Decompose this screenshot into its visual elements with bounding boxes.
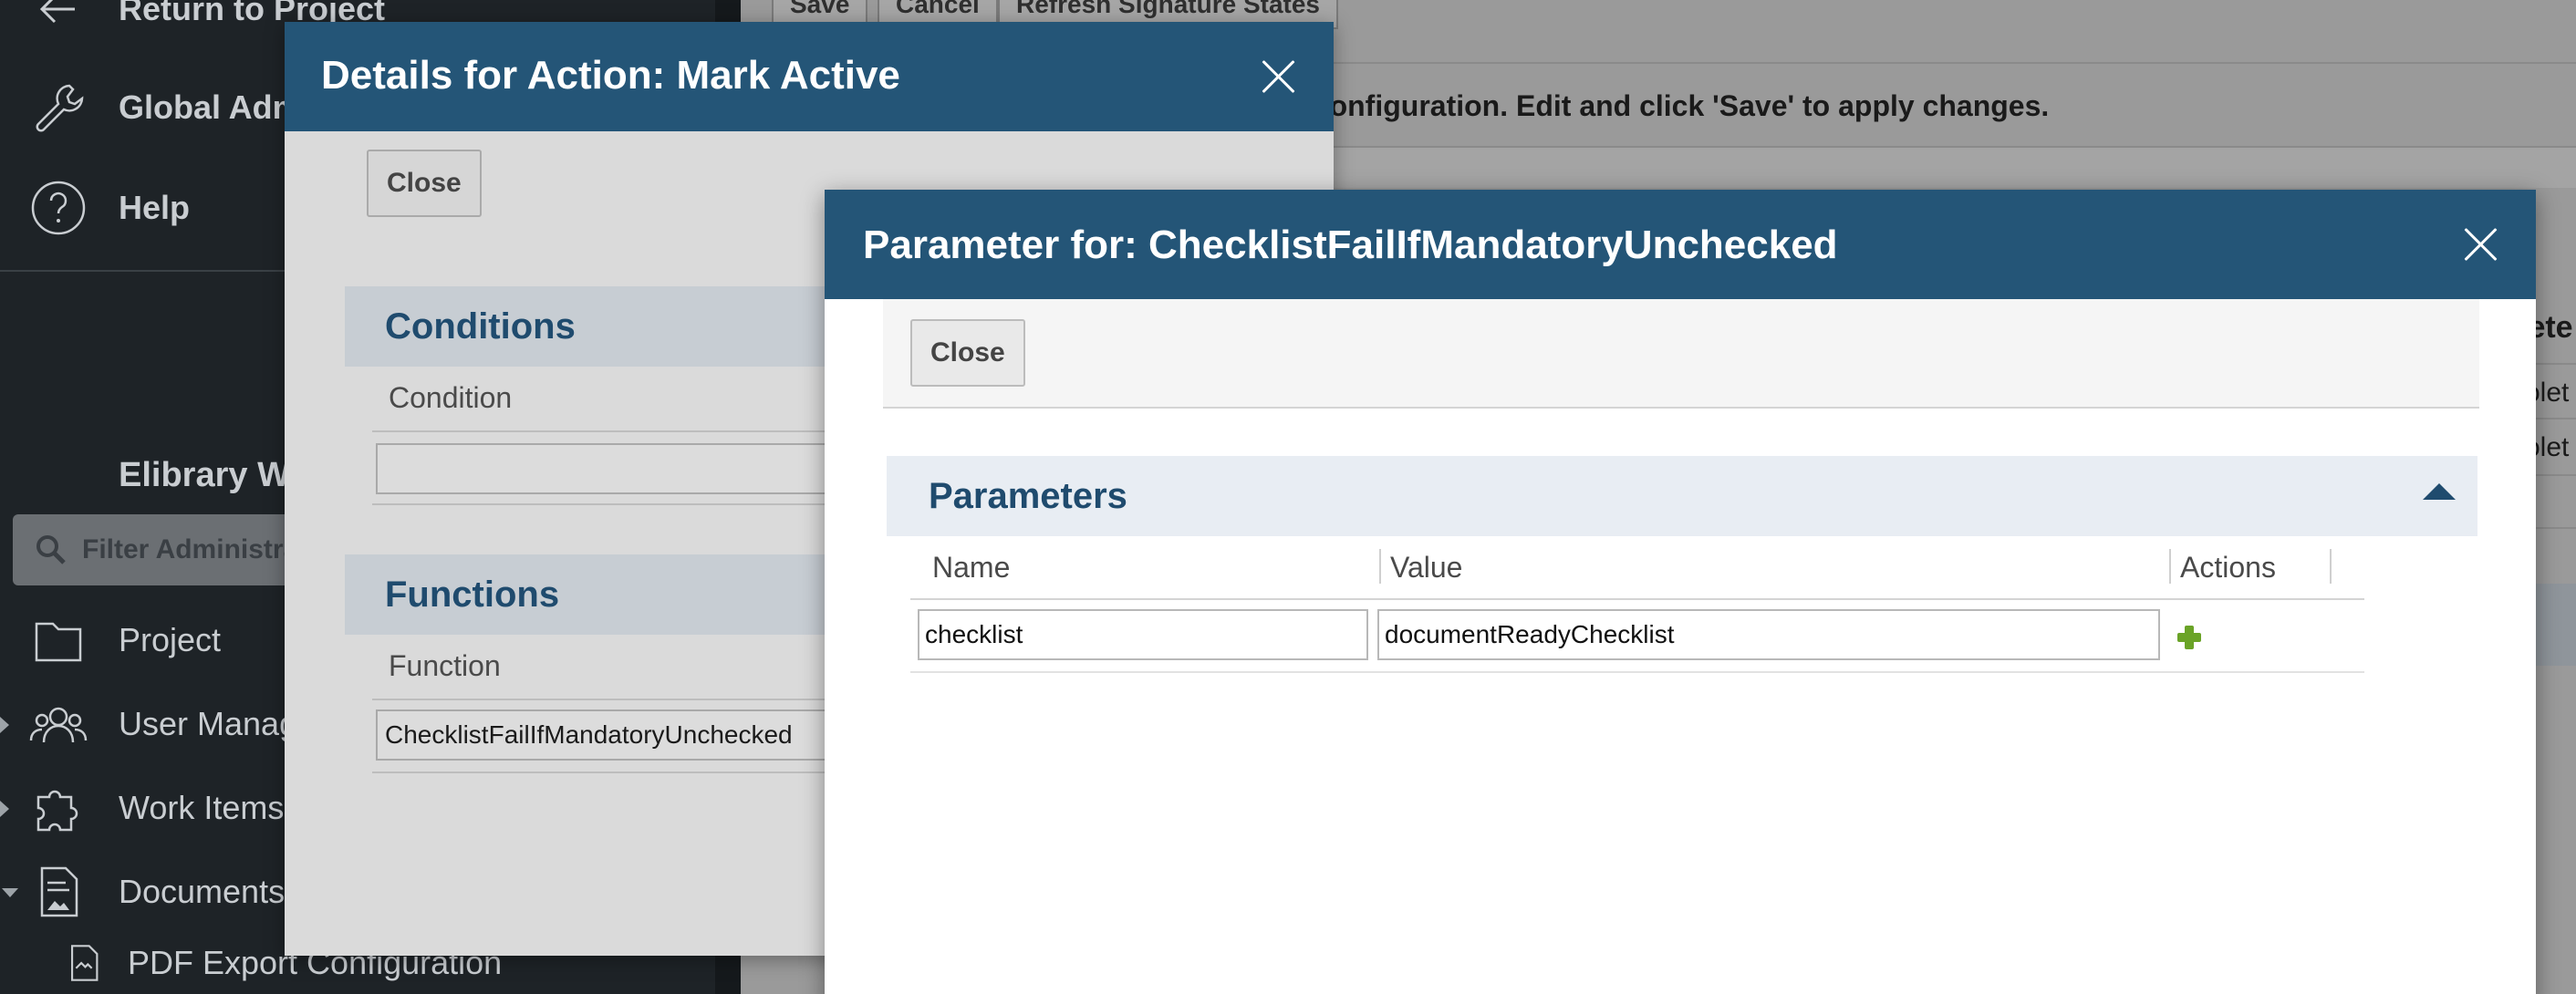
section-title: Functions — [385, 574, 560, 615]
pdf-doc-icon — [62, 932, 106, 994]
parameters-section-header[interactable]: Parameters — [887, 456, 2477, 536]
wrench-icon — [27, 77, 89, 139]
info-notice: l configuration. Edit and click 'Save' t… — [1297, 89, 2050, 122]
actions-column-header: Actions — [2180, 551, 2276, 584]
dialog-toolbar: Close — [883, 299, 2479, 409]
column-separator — [2330, 549, 2332, 584]
dialog-title: Details for Action: Mark Active — [321, 53, 900, 98]
section-title: Parameters — [929, 475, 1127, 516]
function-column-header: Function — [389, 649, 501, 682]
help-label: Help — [119, 189, 191, 226]
parameter-name-input[interactable] — [918, 609, 1368, 660]
dialog-header: Parameter for: ChecklistFailIfMandatoryU… — [825, 190, 2536, 299]
puzzle-icon — [27, 777, 89, 839]
close-button[interactable]: Close — [367, 150, 482, 217]
section-title: Conditions — [385, 305, 576, 347]
search-icon — [33, 532, 69, 568]
dialog-title: Parameter for: ChecklistFailIfMandatoryU… — [863, 223, 1838, 267]
collapse-caret-icon[interactable] — [2423, 483, 2456, 500]
sidebar-item-label: Work Items — [119, 789, 285, 826]
parameter-value-input[interactable] — [1377, 609, 2160, 660]
document-icon — [27, 861, 89, 923]
close-icon[interactable] — [1257, 55, 1301, 98]
dialog-header: Details for Action: Mark Active — [285, 22, 1334, 131]
close-icon[interactable] — [2459, 223, 2503, 266]
add-parameter-icon[interactable] — [2176, 624, 2203, 651]
name-column-header: Name — [932, 551, 1011, 584]
folder-icon — [27, 609, 89, 671]
column-separator — [2169, 549, 2171, 584]
condition-column-header: Condition — [389, 381, 513, 414]
close-button[interactable]: Close — [910, 319, 1025, 387]
sidebar-item-label: Project — [119, 621, 222, 658]
header-divider — [910, 598, 2364, 600]
parameter-dialog: Parameter for: ChecklistFailIfMandatoryU… — [825, 190, 2536, 994]
help-icon — [27, 177, 89, 239]
users-icon — [27, 693, 89, 755]
row-divider — [910, 671, 2364, 673]
value-column-header: Value — [1390, 551, 1463, 584]
column-separator — [1379, 549, 1381, 584]
back-arrow-icon — [27, 0, 89, 40]
